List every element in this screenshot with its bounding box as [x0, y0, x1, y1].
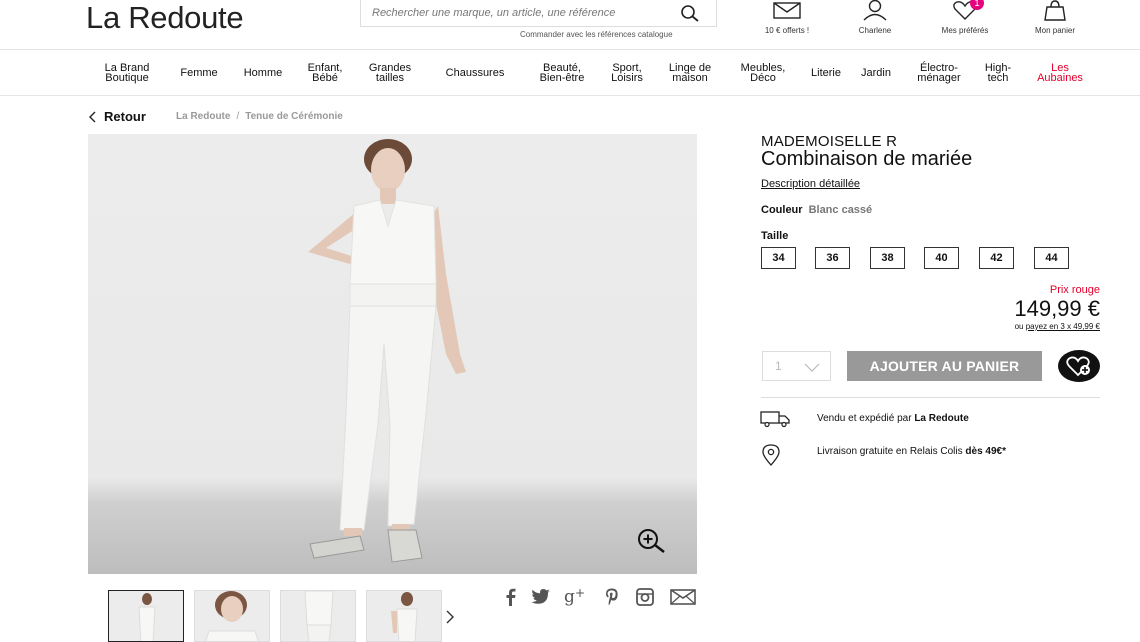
price-tag-label: Prix rouge — [1049, 284, 1100, 296]
quantity-select[interactable]: 1 — [762, 351, 831, 381]
chevron-left-icon — [89, 111, 96, 122]
product-title: Combinaison de mariée — [761, 148, 973, 170]
zoom-icon[interactable] — [634, 528, 668, 554]
nav-item-high-tech[interactable]: High- tech — [978, 50, 1018, 96]
favorites-count-badge: 1 — [970, 0, 984, 10]
breadcrumb: La Redoute / Tenue de Cérémonie — [176, 111, 343, 122]
size-option-44[interactable]: 44 — [1034, 247, 1069, 269]
quantity-value: 1 — [775, 359, 782, 373]
size-option-40[interactable]: 40 — [924, 247, 959, 269]
nav-item-meubles[interactable]: Meubles, Déco — [732, 50, 794, 96]
logo[interactable]: La Redoute — [86, 0, 244, 36]
color-label: Couleur — [761, 204, 803, 216]
account-label: Charlene — [858, 26, 892, 35]
nav-item-chaussures[interactable]: Chaussures — [436, 50, 514, 96]
favorites-label: Mes préférés — [941, 26, 989, 35]
size-option-36[interactable]: 36 — [815, 247, 850, 269]
thumbnail-1[interactable] — [108, 590, 184, 642]
thumbnail-figure — [205, 591, 259, 641]
thumbnail-2[interactable] — [194, 590, 270, 642]
breadcrumb-separator: / — [236, 111, 240, 122]
product-main-image[interactable] — [88, 134, 697, 574]
seller-name: La Redoute — [914, 413, 969, 424]
size-option-42[interactable]: 42 — [979, 247, 1014, 269]
main-nav: La Brand Boutique Femme Homme Enfant, Bé… — [0, 50, 1140, 96]
nav-item-literie[interactable]: Literie — [804, 50, 848, 96]
favorites-header-item[interactable]: 1 Mes préférés — [920, 0, 1010, 35]
breadcrumb-item-home[interactable]: La Redoute — [176, 111, 230, 122]
cart-header-item[interactable]: Mon panier — [1010, 0, 1100, 35]
nav-item-beaute[interactable]: Beauté, Bien-être — [530, 50, 594, 96]
nav-item-grandes-tailles[interactable]: Grandes tailles — [360, 50, 420, 96]
search-icon[interactable] — [680, 4, 700, 22]
delivery-truck-icon — [760, 411, 790, 428]
color-row: Couleur Blanc cassé — [761, 204, 872, 216]
add-to-favorites-button[interactable] — [1058, 350, 1100, 382]
installment-prefix: ou — [1014, 322, 1026, 331]
detailed-description-link[interactable]: Description détaillée — [761, 178, 860, 190]
nav-item-linge[interactable]: Linge de maison — [660, 50, 720, 96]
heart-plus-icon — [1066, 356, 1090, 377]
chevron-down-icon — [804, 363, 820, 372]
svg-text:g: g — [564, 588, 575, 606]
nav-item-homme[interactable]: Homme — [234, 50, 292, 96]
google-plus-icon[interactable]: g + — [564, 588, 590, 606]
search-box — [360, 0, 717, 27]
thumbnail-figure — [391, 592, 418, 641]
nav-item-enfant-bebe[interactable]: Enfant, Bébé — [298, 50, 352, 96]
installment-link[interactable]: payez en 3 x 49,99 € — [1026, 322, 1100, 331]
divider — [761, 397, 1100, 398]
nav-item-aubaines[interactable]: Les Aubaines — [1030, 50, 1090, 96]
color-value: Blanc cassé — [808, 204, 873, 216]
model-figure-illustration — [308, 139, 466, 563]
svg-text:+: + — [575, 588, 585, 600]
offer-label: 10 € offerts ! — [764, 26, 810, 35]
thumbnail-4[interactable] — [366, 590, 442, 642]
product-price: 149,99 € — [1014, 296, 1100, 321]
instagram-icon[interactable] — [636, 588, 654, 606]
nav-item-femme[interactable]: Femme — [172, 50, 226, 96]
nav-item-sport[interactable]: Sport, Loisirs — [602, 50, 652, 96]
nav-item-brand-boutique[interactable]: La Brand Boutique — [96, 50, 158, 96]
thumbnail-figure — [138, 593, 156, 641]
back-label: Retour — [104, 109, 146, 124]
envelope-icon — [773, 2, 801, 19]
thumbnail-figure — [304, 591, 334, 641]
mail-icon[interactable] — [670, 588, 696, 606]
header: La Redoute Commander avec les références… — [0, 0, 1140, 50]
chevron-right-icon[interactable] — [445, 610, 455, 624]
facebook-icon[interactable] — [503, 588, 519, 606]
cart-label: Mon panier — [1034, 26, 1076, 35]
user-icon — [863, 0, 887, 21]
twitter-icon[interactable] — [531, 588, 551, 606]
delivery-info: Livraison gratuite en Relais Colis dès 4… — [817, 446, 1006, 457]
size-label: Taille — [761, 230, 789, 242]
size-option-34[interactable]: 34 — [761, 247, 796, 269]
delivery-threshold: dès 49€* — [965, 446, 1006, 457]
installment-info: ou payez en 3 x 49,99 € — [1015, 322, 1100, 331]
thumbnail-3[interactable] — [280, 590, 356, 642]
shopping-bag-icon — [1044, 0, 1066, 21]
account-header-item[interactable]: Charlene — [830, 0, 920, 35]
delivery-prefix: Livraison gratuite en Relais Colis — [817, 446, 966, 457]
offer-header-item[interactable]: 10 € offerts ! — [742, 0, 832, 35]
seller-info: Vendu et expédié par La Redoute — [817, 413, 969, 424]
catalog-reference-link[interactable]: Commander avec les références catalogue — [520, 30, 673, 39]
seller-prefix: Vendu et expédié par — [817, 413, 915, 424]
nav-item-jardin[interactable]: Jardin — [854, 50, 898, 96]
breadcrumb-item-category[interactable]: Tenue de Cérémonie — [245, 111, 343, 122]
nav-item-electromenager[interactable]: Électro- ménager — [908, 50, 970, 96]
size-option-38[interactable]: 38 — [870, 247, 905, 269]
pinterest-icon[interactable] — [604, 588, 620, 606]
location-pin-icon — [762, 444, 780, 466]
add-to-cart-button[interactable]: AJOUTER AU PANIER — [847, 351, 1042, 381]
search-input[interactable] — [361, 0, 671, 26]
back-link[interactable]: Retour — [88, 109, 146, 124]
